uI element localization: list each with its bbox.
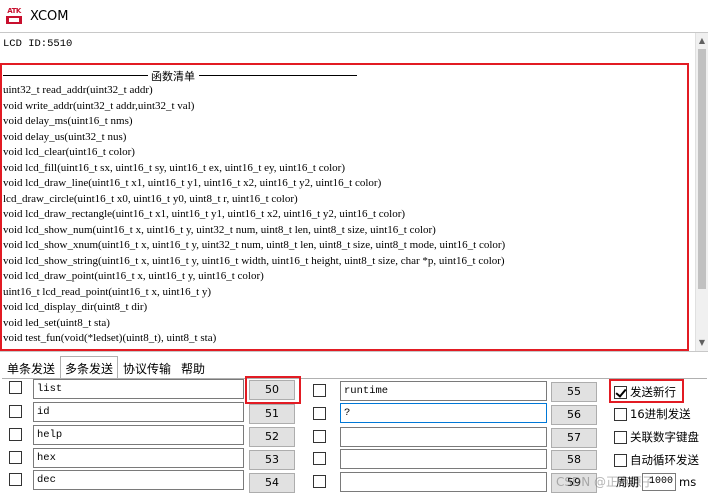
send-text-field[interactable]: help — [33, 425, 244, 445]
hex-send-label: 16进制发送 — [630, 407, 691, 421]
row-checkbox[interactable] — [9, 428, 22, 441]
hex-send-option[interactable]: 16进制发送 — [614, 406, 691, 422]
function-line: void lcd_show_xnum(uint16_t x, uint16_t … — [3, 239, 506, 251]
send-button[interactable]: 57 — [551, 428, 597, 448]
send-text-field[interactable] — [340, 449, 547, 469]
function-line: void lcd_display_dir(uint8_t dir) — [3, 301, 148, 313]
row-checkbox[interactable] — [313, 452, 326, 465]
send-text-field[interactable]: runtime — [340, 381, 547, 401]
link-keyboard-label: 关联数字键盘 — [630, 430, 699, 444]
function-line: void lcd_show_string(uint16_t x, uint16_… — [3, 254, 505, 267]
receive-terminal[interactable]: LCD ID:5510 函数清单 uint32_t read_addr(uint… — [0, 32, 708, 352]
send-text-field[interactable] — [340, 472, 547, 492]
period-input[interactable]: 1000 — [642, 473, 676, 491]
function-line: void lcd_show_num(uint16_t x, uint16_t y… — [3, 223, 436, 236]
checkbox-icon[interactable] — [614, 430, 627, 444]
tab-single-send[interactable]: 单条发送 — [2, 358, 60, 378]
send-button[interactable]: 55 — [551, 382, 597, 402]
scroll-down-arrow-icon[interactable]: ▼ — [696, 337, 708, 349]
checkbox-icon[interactable] — [614, 407, 627, 421]
row-checkbox[interactable] — [313, 430, 326, 443]
row-checkbox[interactable] — [313, 475, 326, 488]
send-text-field[interactable]: id — [33, 402, 244, 422]
send-newline-option[interactable]: 发送新行 — [614, 384, 676, 400]
function-line: void lcd_draw_rectangle(uint16_t x1, uin… — [3, 208, 406, 220]
function-line: void test_fun(void(*ledset)(uint8_t), ui… — [3, 332, 217, 344]
link-keyboard-option[interactable]: 关联数字键盘 — [614, 429, 699, 445]
send-text-field[interactable]: list — [33, 379, 244, 399]
terminal-scrollbar[interactable]: ▲ ▼ — [695, 33, 708, 351]
xcom-logo-icon: ATK — [4, 7, 24, 25]
function-line: void lcd_fill(uint16_t sx, uint16_t sy, … — [3, 161, 345, 174]
title-bar: ATK XCOM — [0, 0, 708, 32]
send-button[interactable]: 53 — [249, 450, 295, 470]
scrollbar-thumb[interactable] — [698, 49, 706, 289]
auto-loop-option[interactable]: 自动循环发送 — [614, 452, 699, 468]
auto-loop-label: 自动循环发送 — [630, 453, 699, 467]
send-mode-tabs: 单条发送 多条发送 协议传输 帮助 — [2, 356, 210, 378]
period-unit: ms — [679, 475, 697, 489]
row-checkbox[interactable] — [9, 381, 22, 394]
function-line: uint16_t lcd_read_point(uint16_t x, uint… — [3, 285, 212, 298]
tab-help[interactable]: 帮助 — [176, 358, 210, 378]
checkbox-checked-icon[interactable] — [614, 385, 627, 399]
function-line: void lcd_clear(uint16_t color) — [3, 146, 135, 158]
send-text-field[interactable]: ? — [340, 403, 547, 423]
function-list-highlight: 函数清单 uint32_t read_addr(uint32_t addr) vo… — [0, 63, 689, 351]
send-newline-label: 发送新行 — [630, 385, 676, 399]
row-checkbox[interactable] — [9, 405, 22, 418]
function-line: void write_addr(uint32_t addr,uint32_t v… — [3, 99, 195, 112]
function-list-header: 函数清单 — [3, 67, 358, 83]
send-button[interactable]: 52 — [249, 427, 295, 447]
checkbox-icon[interactable] — [614, 453, 627, 467]
send-button[interactable]: 50 — [249, 380, 295, 400]
function-line: uint32_t read_addr(uint32_t addr) — [3, 84, 153, 96]
period-label: 周期 — [616, 475, 639, 489]
row-checkbox[interactable] — [313, 384, 326, 397]
send-text-field[interactable]: dec — [33, 470, 244, 490]
function-line: lcd_draw_circle(uint16_t x0, uint16_t y0… — [3, 192, 298, 205]
send-button[interactable]: 54 — [249, 473, 295, 493]
window-title: XCOM — [30, 8, 69, 24]
function-line: void lcd_draw_point(uint16_t x, uint16_t… — [3, 270, 264, 282]
lcd-id-line: LCD ID:5510 — [3, 38, 73, 50]
row-checkbox[interactable] — [9, 451, 22, 464]
function-list-title: 函数清单 — [151, 70, 195, 83]
function-line: void led_set(uint8_t sta) — [3, 316, 110, 329]
send-button[interactable]: 56 — [551, 405, 597, 425]
row-checkbox[interactable] — [313, 407, 326, 420]
function-line: void delay_ms(uint16_t nms) — [3, 115, 133, 127]
loop-period: 周期 1000 ms — [616, 473, 696, 491]
function-line: void lcd_draw_line(uint16_t x1, uint16_t… — [3, 177, 382, 189]
function-list: uint32_t read_addr(uint32_t addr) void wr… — [3, 83, 505, 347]
send-text-field[interactable] — [340, 427, 547, 447]
scroll-up-arrow-icon[interactable]: ▲ — [696, 35, 708, 47]
send-button[interactable]: 51 — [249, 404, 295, 424]
tab-protocol[interactable]: 协议传输 — [118, 358, 176, 378]
row-checkbox[interactable] — [9, 473, 22, 486]
function-line: void delay_us(uint32_t nus) — [3, 130, 127, 143]
send-text-field[interactable]: hex — [33, 448, 244, 468]
send-button[interactable]: 58 — [551, 450, 597, 470]
tab-multi-send[interactable]: 多条发送 — [60, 356, 119, 378]
